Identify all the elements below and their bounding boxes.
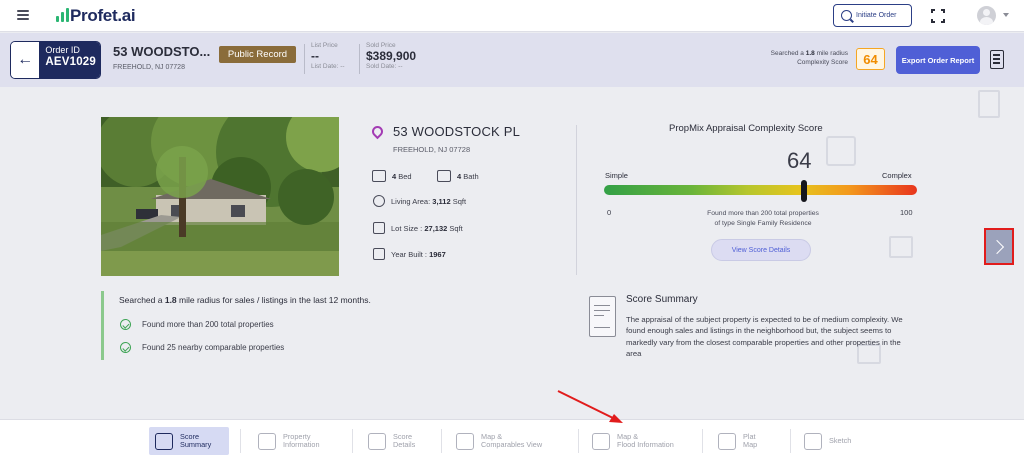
nav-plat-map[interactable]: Plat Map [712, 427, 782, 455]
brand-logo[interactable]: Profet.ai [56, 6, 136, 26]
scale-complex-label: Complex [882, 171, 912, 180]
living-area-feature: Living Area: 3,112 Sqft [373, 195, 466, 207]
nav-divider [240, 429, 241, 453]
complexity-score-value: 64 [787, 148, 812, 173]
nav-divider [578, 429, 579, 453]
flood-map-icon [592, 432, 610, 450]
complexity-score-label: Complexity Score [797, 59, 848, 66]
score-summary-icon [155, 432, 173, 450]
area-icon [373, 195, 385, 207]
lot-size-feature: Lot Size : 27,132 Sqft [373, 222, 463, 234]
next-page-button[interactable] [984, 228, 1014, 265]
baths-feature: 4 Bath [437, 170, 479, 182]
location-pin-icon [369, 123, 386, 140]
chevron-down-icon[interactable] [1003, 13, 1009, 17]
bath-icon [437, 170, 451, 182]
nav-divider [790, 429, 791, 453]
sold-price: Sold Price $389,900 Sold Date: -- [366, 42, 416, 70]
year-built-feature: Year Built : 1967 [373, 248, 446, 260]
section-divider [576, 125, 577, 275]
initiate-order-button[interactable]: Initiate Order [833, 4, 912, 27]
hamburger-menu-icon[interactable] [17, 10, 29, 20]
fullscreen-icon[interactable] [931, 9, 945, 23]
view-score-details-button[interactable]: View Score Details [711, 239, 811, 261]
property-photo [101, 117, 339, 276]
map-pin-icon [456, 432, 474, 450]
score-summary-title: Score Summary [626, 294, 698, 305]
clipboard-chart-icon [589, 296, 616, 337]
public-record-badge: Public Record [219, 46, 296, 63]
property-address: 53 WOODSTOCK PL [393, 124, 521, 139]
faint-document-icon [826, 136, 856, 166]
scale-max-label: 100 [900, 208, 913, 217]
top-bar: Profet.ai Initiate Order [0, 0, 1024, 32]
nav-divider [702, 429, 703, 453]
nav-score-details[interactable]: Score Details [362, 427, 434, 455]
score-panel-title: PropMix Appraisal Complexity Score [669, 123, 823, 134]
bed-icon [372, 170, 386, 182]
score-details-icon [368, 432, 386, 450]
nav-divider [441, 429, 442, 453]
search-radius-summary: Searched a 1.8 mile radius Complexity Sc… [770, 50, 848, 66]
logo-bars-icon [56, 8, 69, 22]
nav-score-summary[interactable]: Score Summary [149, 427, 229, 455]
divider [304, 44, 305, 74]
nav-map-comparables[interactable]: Map & Comparables View [450, 427, 565, 455]
house-icon [258, 432, 276, 450]
nav-sketch[interactable]: Sketch [798, 427, 868, 455]
search-summary-item: Found 25 nearby comparable properties [142, 343, 285, 352]
check-circle-icon [120, 319, 131, 330]
faint-home-icon [889, 236, 913, 258]
complexity-score-badge: 64 [856, 48, 885, 70]
sketch-icon [804, 432, 822, 450]
nav-divider [352, 429, 353, 453]
lot-icon [373, 222, 385, 234]
order-city-state: FREEHOLD, NJ 07728 [113, 64, 185, 71]
score-summary-text: The appraisal of the subject property is… [626, 315, 903, 359]
calendar-icon [373, 248, 385, 260]
report-document-icon[interactable] [990, 50, 1004, 69]
order-address: 53 WOODSTO... [113, 44, 211, 59]
back-arrow-button[interactable]: ← [11, 42, 40, 78]
nav-property-information[interactable]: Property Information [252, 427, 342, 455]
chevron-right-icon [989, 239, 1004, 254]
search-summary-title: Searched a 1.8 mile radius for sales / l… [119, 295, 371, 305]
nav-map-flood-information[interactable]: Map & Flood Information [586, 427, 696, 455]
user-avatar[interactable] [977, 6, 996, 25]
plat-map-icon [718, 432, 736, 450]
property-city-state: FREEHOLD, NJ 07728 [393, 145, 471, 154]
bottom-navigation: Score Summary Property Information Score De… [0, 419, 1024, 458]
divider [359, 44, 360, 74]
check-circle-icon [120, 342, 131, 353]
order-id-box: ← Order ID AEV1029 [10, 41, 101, 79]
list-price-value: -- [311, 49, 319, 63]
export-order-report-button[interactable]: Export Order Report [896, 46, 980, 74]
list-price-label: List Price [311, 42, 338, 49]
sold-date: Sold Date: -- [366, 63, 403, 70]
complexity-score-marker [801, 180, 808, 202]
faint-document-icon [978, 90, 1000, 118]
order-id-value: AEV1029 [45, 56, 96, 68]
scale-simple-label: Simple [605, 171, 628, 180]
scale-min-label: 0 [607, 208, 612, 217]
complexity-gradient-bar [604, 185, 917, 195]
properties-found-note: Found more than 200 total properties of … [707, 210, 819, 227]
initiate-order-label: Initiate Order [856, 12, 897, 19]
order-id-label: Order ID [45, 45, 80, 55]
order-header: ← Order ID AEV1029 53 WOODSTO... FREEHOL… [0, 33, 1024, 87]
annotation-arrow [557, 390, 623, 423]
order-id: Order ID AEV1029 [39, 42, 100, 78]
sold-price-label: Sold Price [366, 42, 396, 49]
list-date: List Date: -- [311, 63, 345, 70]
search-icon [841, 10, 852, 21]
sold-price-value: $389,900 [366, 49, 417, 63]
beds-feature: 4 Bed [372, 170, 412, 182]
search-summary-item: Found more than 200 total properties [142, 320, 274, 329]
list-price: List Price -- List Date: -- [311, 42, 345, 70]
